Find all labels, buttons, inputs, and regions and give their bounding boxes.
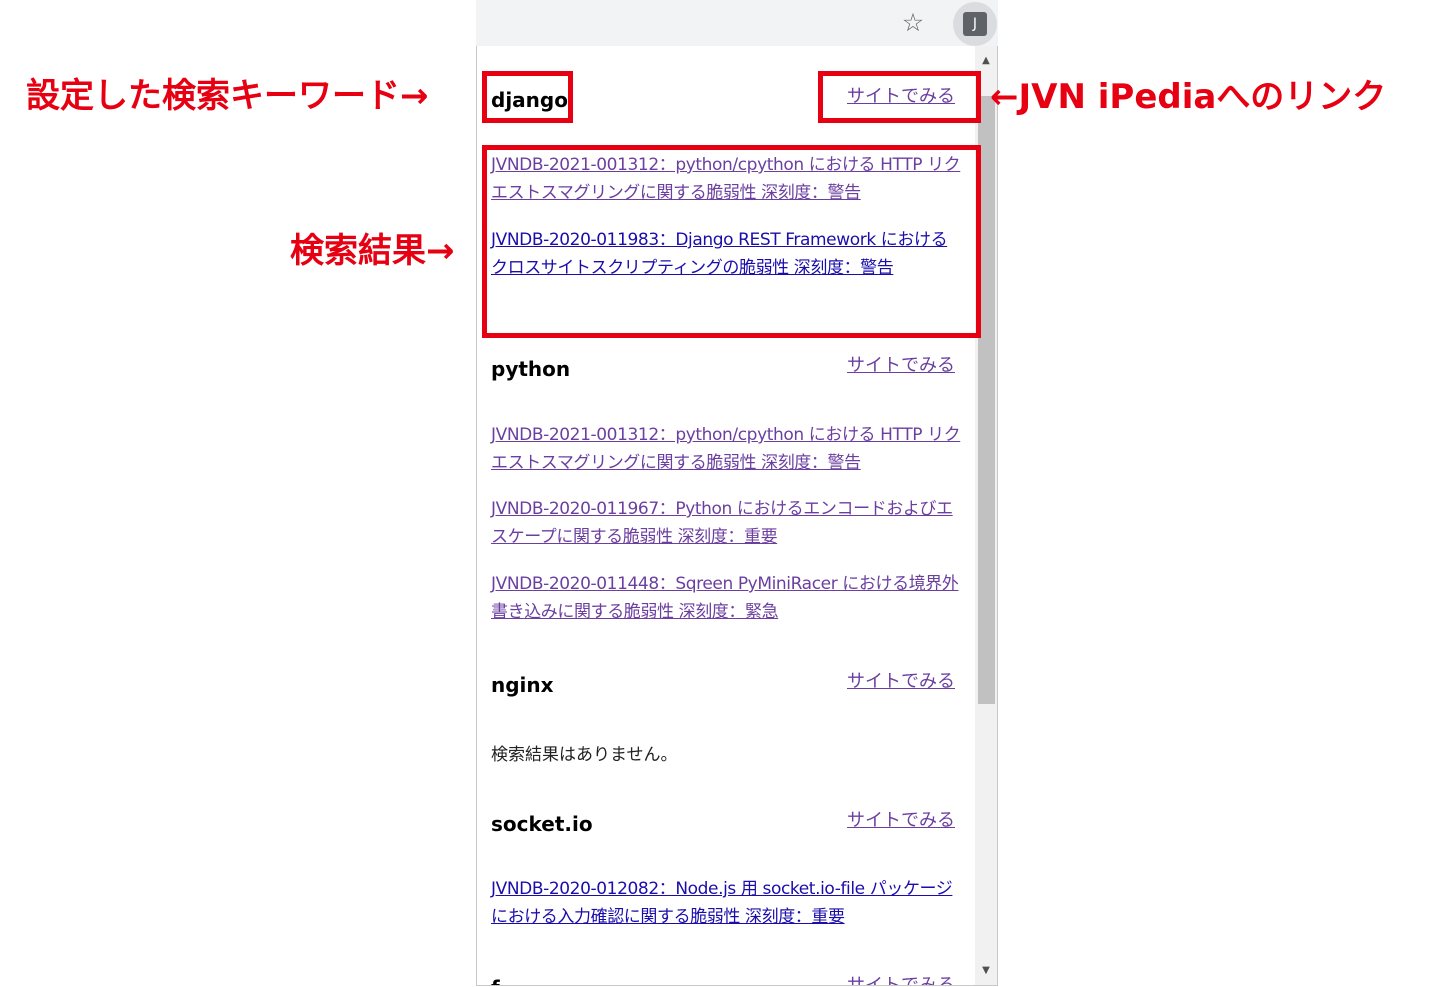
scroll-up-arrow-icon[interactable]: ▲ — [975, 51, 997, 71]
extension-icon: J — [963, 12, 987, 36]
site-link[interactable]: サイトでみる — [847, 671, 955, 693]
scroll-down-arrow-icon[interactable]: ▼ — [975, 961, 997, 981]
keyword-heading: nginx — [491, 673, 554, 697]
result-link[interactable]: JVNDB-2020-011967：Python におけるエンコードおよびエスケ… — [491, 495, 961, 551]
annotation-results-label: 検索結果→ — [290, 231, 455, 271]
annotation-link-box — [818, 71, 981, 123]
annotation-results-box — [482, 145, 981, 338]
site-link[interactable]: サイトでみる — [847, 810, 955, 832]
site-link[interactable]: サイトでみる — [847, 975, 955, 985]
result-link[interactable]: JVNDB-2020-012082：Node.js 用 socket.io-fi… — [491, 875, 961, 931]
keyword-heading: socket.io — [491, 812, 593, 836]
star-icon[interactable]: ☆ — [899, 9, 927, 37]
annotation-link-label: ←JVN iPediaへのリンク — [990, 77, 1387, 117]
annotation-keyword-box — [482, 71, 573, 123]
result-link[interactable]: JVNDB-2021-001312：python/cpython における HT… — [491, 421, 961, 477]
site-link[interactable]: サイトでみる — [847, 355, 955, 377]
extension-button[interactable]: J — [953, 2, 997, 46]
keyword-heading: f — [491, 976, 500, 985]
keyword-heading: python — [491, 357, 571, 381]
no-results-text: 検索結果はありません。 — [491, 745, 678, 765]
result-link[interactable]: JVNDB-2020-011448：Sqreen PyMiniRacer におけ… — [491, 570, 961, 626]
annotation-keyword-label: 設定した検索キーワード→ — [26, 76, 429, 116]
